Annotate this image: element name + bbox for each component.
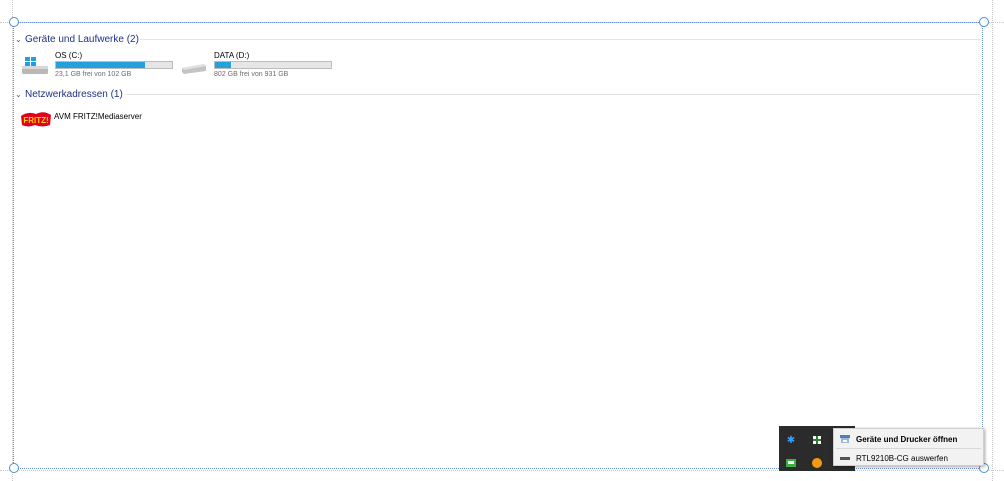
group-title: Geräte und Laufwerke (2) bbox=[25, 33, 139, 45]
drive-usage-bar bbox=[214, 61, 332, 69]
group-title: Netzwerkadressen (1) bbox=[25, 88, 123, 100]
network-item-label: AVM FRITZ!Mediaserver bbox=[54, 112, 142, 121]
group-header-network[interactable]: ⌄ Netzwerkadressen (1) bbox=[15, 88, 123, 100]
resize-handle-bottom-left[interactable] bbox=[9, 463, 19, 473]
chevron-down-icon: ⌄ bbox=[15, 34, 22, 44]
drive-name: DATA (D:) bbox=[214, 51, 250, 60]
devices-printers-icon bbox=[834, 434, 856, 444]
network-item-fritz[interactable]: FRITZ! AVM FRITZ!Mediaserver bbox=[20, 110, 142, 130]
group-header-devices[interactable]: ⌄ Geräte und Laufwerke (2) bbox=[15, 33, 139, 45]
group-divider bbox=[126, 94, 980, 95]
guide-right bbox=[992, 0, 993, 481]
windows-drive-icon bbox=[22, 57, 48, 74]
menu-item-label: Geräte und Drucker öffnen bbox=[856, 434, 958, 444]
bluetooth-icon[interactable]: ✱ bbox=[785, 434, 797, 446]
chevron-down-icon: ⌄ bbox=[15, 89, 22, 99]
notification-icon[interactable] bbox=[811, 457, 823, 469]
fritz-logo-icon: FRITZ! bbox=[21, 112, 51, 127]
menu-item-label: RTL9210B-CG auswerfen bbox=[856, 453, 948, 463]
drive-tile-d[interactable]: DATA (D:) 802 GB frei von 931 GB bbox=[180, 51, 340, 81]
eject-drive-icon bbox=[834, 455, 856, 461]
drive-usage-bar bbox=[55, 61, 173, 69]
resize-handle-top-right[interactable] bbox=[979, 17, 989, 27]
hard-drive-icon bbox=[182, 64, 206, 74]
selection-frame bbox=[13, 22, 983, 469]
drive-usage-fill bbox=[215, 62, 232, 68]
resize-handle-top-left[interactable] bbox=[9, 17, 19, 27]
drive-name: OS (C:) bbox=[55, 51, 83, 60]
context-menu: Geräte und Drucker öffnen RTL9210B-CG au… bbox=[833, 428, 984, 466]
menu-item-eject[interactable]: RTL9210B-CG auswerfen bbox=[834, 449, 983, 467]
shield-icon[interactable] bbox=[811, 434, 823, 446]
svg-text:FRITZ!: FRITZ! bbox=[23, 116, 48, 125]
drive-tile-c[interactable]: OS (C:) 23,1 GB frei von 102 GB bbox=[21, 51, 181, 81]
drive-free-text: 802 GB frei von 931 GB bbox=[214, 71, 289, 78]
menu-item-open-devices[interactable]: Geräte und Drucker öffnen bbox=[834, 430, 983, 448]
group-divider bbox=[140, 39, 980, 40]
drive-usage-fill bbox=[56, 62, 146, 68]
network-icon[interactable] bbox=[785, 457, 797, 469]
drive-free-text: 23,1 GB frei von 102 GB bbox=[55, 71, 132, 78]
